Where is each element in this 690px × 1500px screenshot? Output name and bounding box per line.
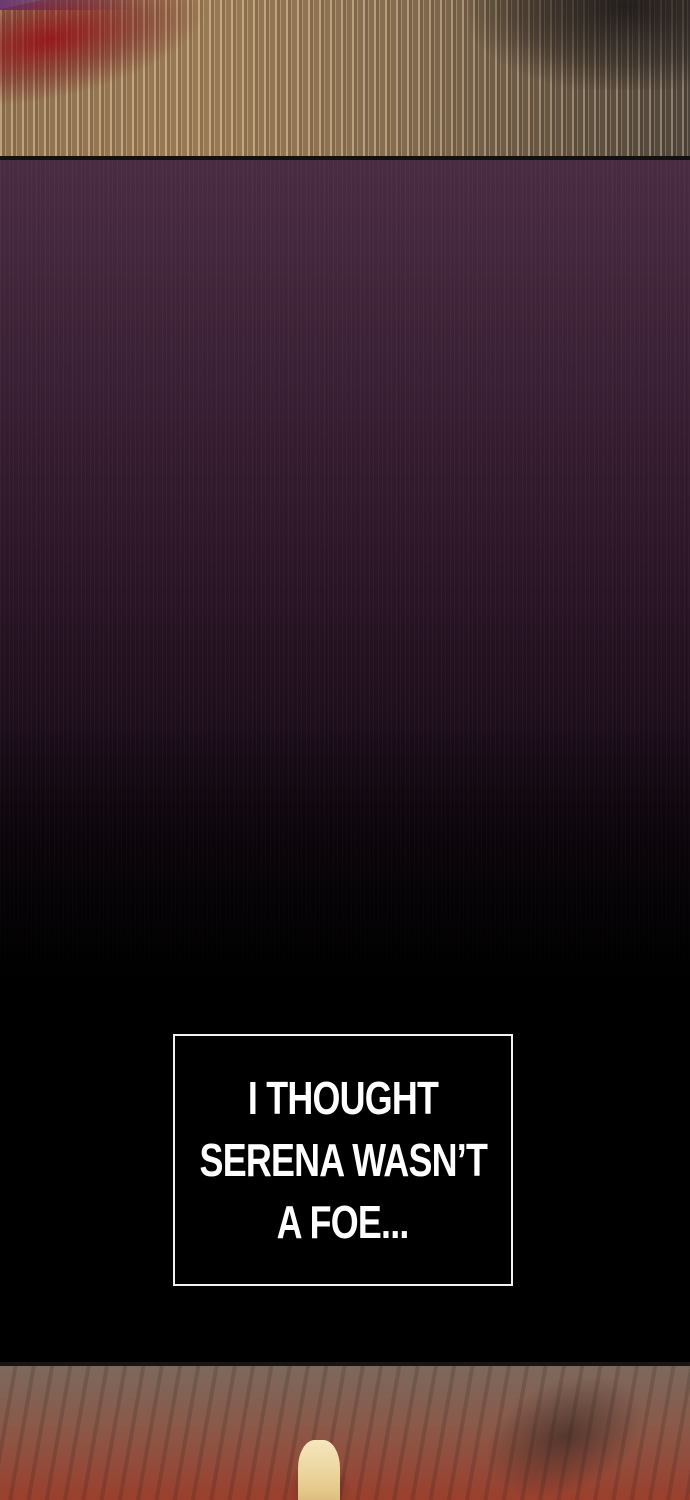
caption-line-3: A FOE... [277,1196,410,1248]
dark-smudge-art [464,1362,666,1500]
dark-shadow-art [470,0,690,90]
bottom-comic-panel [0,1362,690,1500]
caption-line-2: SERENA WASN’T [199,1134,487,1186]
top-comic-panel [0,0,690,158]
golden-figure-art [298,1440,340,1500]
narration-caption-box: I THOUGHT SERENA WASN’T A FOE... [173,1034,513,1286]
blood-splatter-art [0,0,218,113]
caption-line-1: I THOUGHT [247,1072,439,1124]
